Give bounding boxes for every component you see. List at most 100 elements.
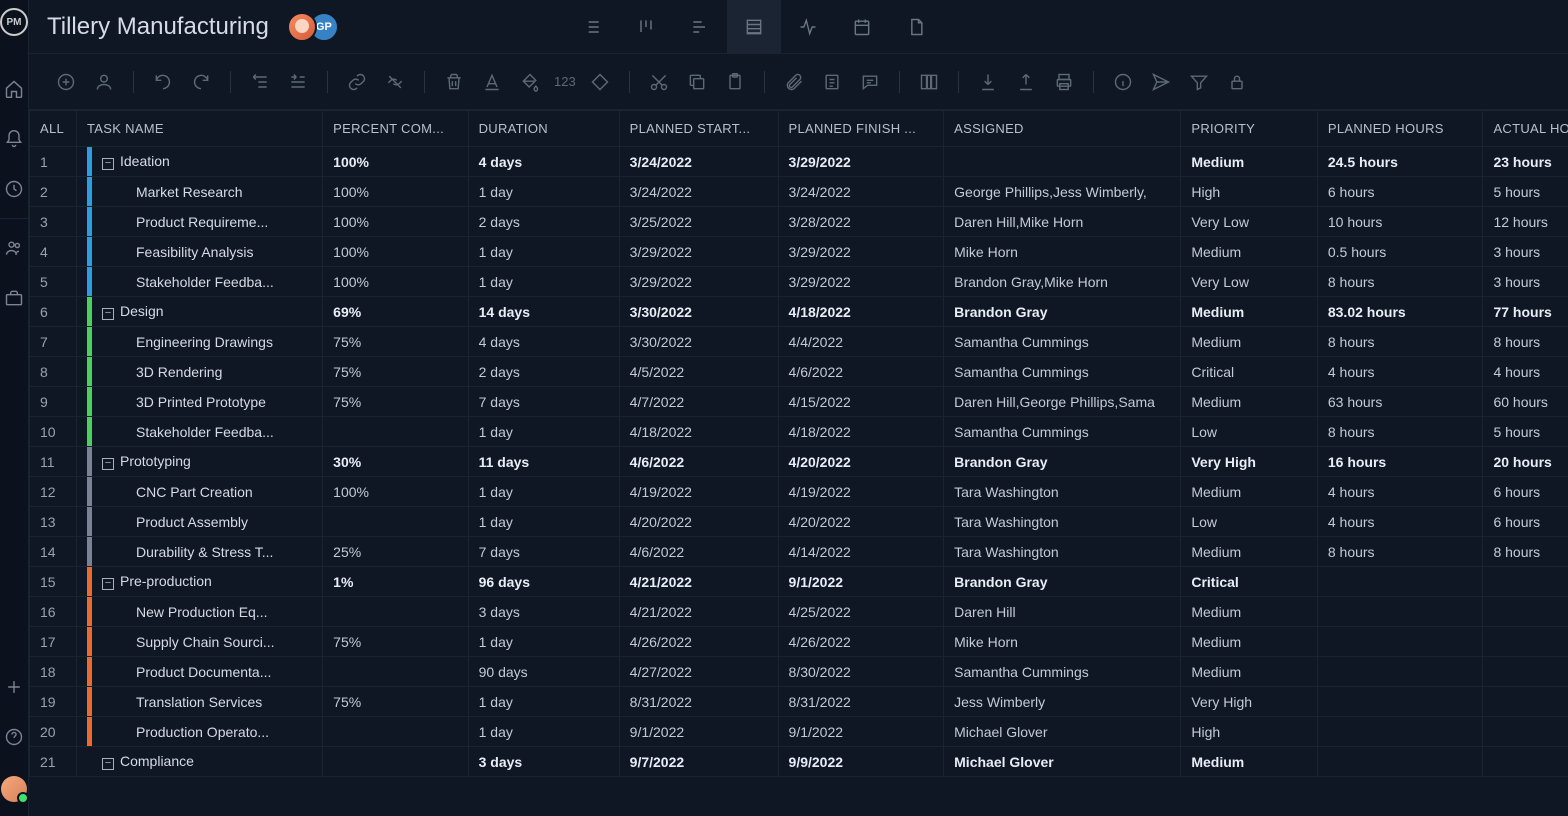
table-row[interactable]: 16New Production Eq...3 days4/21/20224/2… [30, 597, 1568, 627]
cell-start-date[interactable]: 9/7/2022 [619, 747, 778, 777]
cell-task[interactable]: 3D Rendering [76, 357, 322, 387]
cell-assigned[interactable]: Samantha Cummings [944, 657, 1181, 687]
cell-priority[interactable]: Low [1181, 417, 1318, 447]
table-row[interactable]: 17Supply Chain Sourci...75%1 day4/26/202… [30, 627, 1568, 657]
export-icon[interactable] [1014, 70, 1038, 94]
cell-duration[interactable]: 1 day [468, 417, 619, 447]
cell-finish-date[interactable]: 4/6/2022 [778, 357, 944, 387]
col-header-duration[interactable]: DURATION [468, 111, 619, 147]
cell-finish-date[interactable]: 9/1/2022 [778, 567, 944, 597]
cell-task[interactable]: Production Operato... [76, 717, 322, 747]
cell-priority[interactable]: Medium [1181, 387, 1318, 417]
cell-assigned[interactable]: Tara Washington [944, 507, 1181, 537]
cell-actual-hours[interactable]: 4 hours [1483, 357, 1568, 387]
cell-task[interactable]: −Prototyping [76, 447, 322, 477]
cell-planned-hours[interactable]: 24.5 hours [1317, 147, 1483, 177]
cell-priority[interactable]: Very Low [1181, 207, 1318, 237]
cell-priority[interactable]: Medium [1181, 327, 1318, 357]
cell-duration[interactable]: 4 days [468, 147, 619, 177]
cell-duration[interactable]: 14 days [468, 297, 619, 327]
clock-icon[interactable] [3, 178, 25, 200]
cell-priority[interactable]: Medium [1181, 597, 1318, 627]
cell-duration[interactable]: 1 day [468, 507, 619, 537]
redo-icon[interactable] [189, 70, 213, 94]
avatar-1[interactable] [287, 12, 317, 42]
cell-duration[interactable]: 1 day [468, 477, 619, 507]
cell-task[interactable]: Feasibility Analysis [76, 237, 322, 267]
cell-percent[interactable] [323, 597, 468, 627]
table-row[interactable]: 21−Compliance3 days9/7/20229/9/2022Micha… [30, 747, 1568, 777]
cell-task[interactable]: New Production Eq... [76, 597, 322, 627]
cell-actual-hours[interactable]: 23 hours [1483, 147, 1568, 177]
lock-icon[interactable] [1225, 70, 1249, 94]
cell-start-date[interactable]: 3/25/2022 [619, 207, 778, 237]
send-icon[interactable] [1149, 70, 1173, 94]
row-number[interactable]: 20 [30, 717, 77, 747]
cell-percent[interactable]: 100% [323, 147, 468, 177]
cell-percent[interactable]: 100% [323, 267, 468, 297]
cell-percent[interactable]: 75% [323, 357, 468, 387]
cell-planned-hours[interactable]: 16 hours [1317, 447, 1483, 477]
cell-duration[interactable]: 3 days [468, 597, 619, 627]
view-activity-icon[interactable] [781, 0, 835, 54]
cell-priority[interactable]: Very High [1181, 447, 1318, 477]
briefcase-icon[interactable] [3, 287, 25, 309]
assign-icon[interactable] [92, 70, 116, 94]
collapse-toggle[interactable]: − [102, 578, 114, 590]
table-row[interactable]: 4Feasibility Analysis100%1 day3/29/20223… [30, 237, 1568, 267]
cell-percent[interactable]: 75% [323, 687, 468, 717]
cell-assigned[interactable]: Daren Hill,Mike Horn [944, 207, 1181, 237]
col-header-assigned[interactable]: ASSIGNED [944, 111, 1181, 147]
cell-planned-hours[interactable] [1317, 747, 1483, 777]
cell-actual-hours[interactable]: 3 hours [1483, 267, 1568, 297]
cell-duration[interactable]: 1 day [468, 267, 619, 297]
cell-task[interactable]: Product Assembly [76, 507, 322, 537]
home-icon[interactable] [3, 78, 25, 100]
cell-finish-date[interactable]: 4/20/2022 [778, 447, 944, 477]
view-calendar-icon[interactable] [835, 0, 889, 54]
link-icon[interactable] [345, 70, 369, 94]
cell-planned-hours[interactable]: 0.5 hours [1317, 237, 1483, 267]
cell-duration[interactable]: 7 days [468, 537, 619, 567]
cell-percent[interactable]: 69% [323, 297, 468, 327]
cell-actual-hours[interactable]: 20 hours [1483, 447, 1568, 477]
print-icon[interactable] [1052, 70, 1076, 94]
cell-task[interactable]: Translation Services [76, 687, 322, 717]
row-number[interactable]: 14 [30, 537, 77, 567]
columns-icon[interactable] [917, 70, 941, 94]
cell-percent[interactable]: 100% [323, 177, 468, 207]
cell-percent[interactable]: 25% [323, 537, 468, 567]
row-number[interactable]: 10 [30, 417, 77, 447]
cell-planned-hours[interactable] [1317, 597, 1483, 627]
table-row[interactable]: 5Stakeholder Feedba...100%1 day3/29/2022… [30, 267, 1568, 297]
table-row[interactable]: 2Market Research100%1 day3/24/20223/24/2… [30, 177, 1568, 207]
table-row[interactable]: 13Product Assembly1 day4/20/20224/20/202… [30, 507, 1568, 537]
help-icon[interactable] [3, 726, 25, 748]
cell-start-date[interactable]: 4/20/2022 [619, 507, 778, 537]
cell-assigned[interactable] [944, 147, 1181, 177]
cell-priority[interactable]: Very High [1181, 687, 1318, 717]
col-header-all[interactable]: ALL [30, 111, 77, 147]
cell-actual-hours[interactable]: 6 hours [1483, 507, 1568, 537]
cell-priority[interactable]: Critical [1181, 357, 1318, 387]
cell-assigned[interactable]: Samantha Cummings [944, 417, 1181, 447]
cell-actual-hours[interactable]: 8 hours [1483, 327, 1568, 357]
cell-duration[interactable]: 96 days [468, 567, 619, 597]
row-number[interactable]: 12 [30, 477, 77, 507]
table-row[interactable]: 83D Rendering75%2 days4/5/20224/6/2022Sa… [30, 357, 1568, 387]
cell-assigned[interactable]: Michael Glover [944, 747, 1181, 777]
trash-icon[interactable] [442, 70, 466, 94]
cell-actual-hours[interactable]: 12 hours [1483, 207, 1568, 237]
cell-priority[interactable]: Medium [1181, 627, 1318, 657]
cell-percent[interactable] [323, 717, 468, 747]
col-header-actual-hours[interactable]: ACTUAL HOURS [1483, 111, 1568, 147]
cell-duration[interactable]: 2 days [468, 357, 619, 387]
info-icon[interactable] [1111, 70, 1135, 94]
collapse-toggle[interactable]: − [102, 458, 114, 470]
table-row[interactable]: 6−Design69%14 days3/30/20224/18/2022Bran… [30, 297, 1568, 327]
row-number[interactable]: 7 [30, 327, 77, 357]
view-sheet-icon[interactable] [727, 0, 781, 54]
cell-duration[interactable]: 1 day [468, 627, 619, 657]
undo-icon[interactable] [151, 70, 175, 94]
cell-planned-hours[interactable]: 63 hours [1317, 387, 1483, 417]
